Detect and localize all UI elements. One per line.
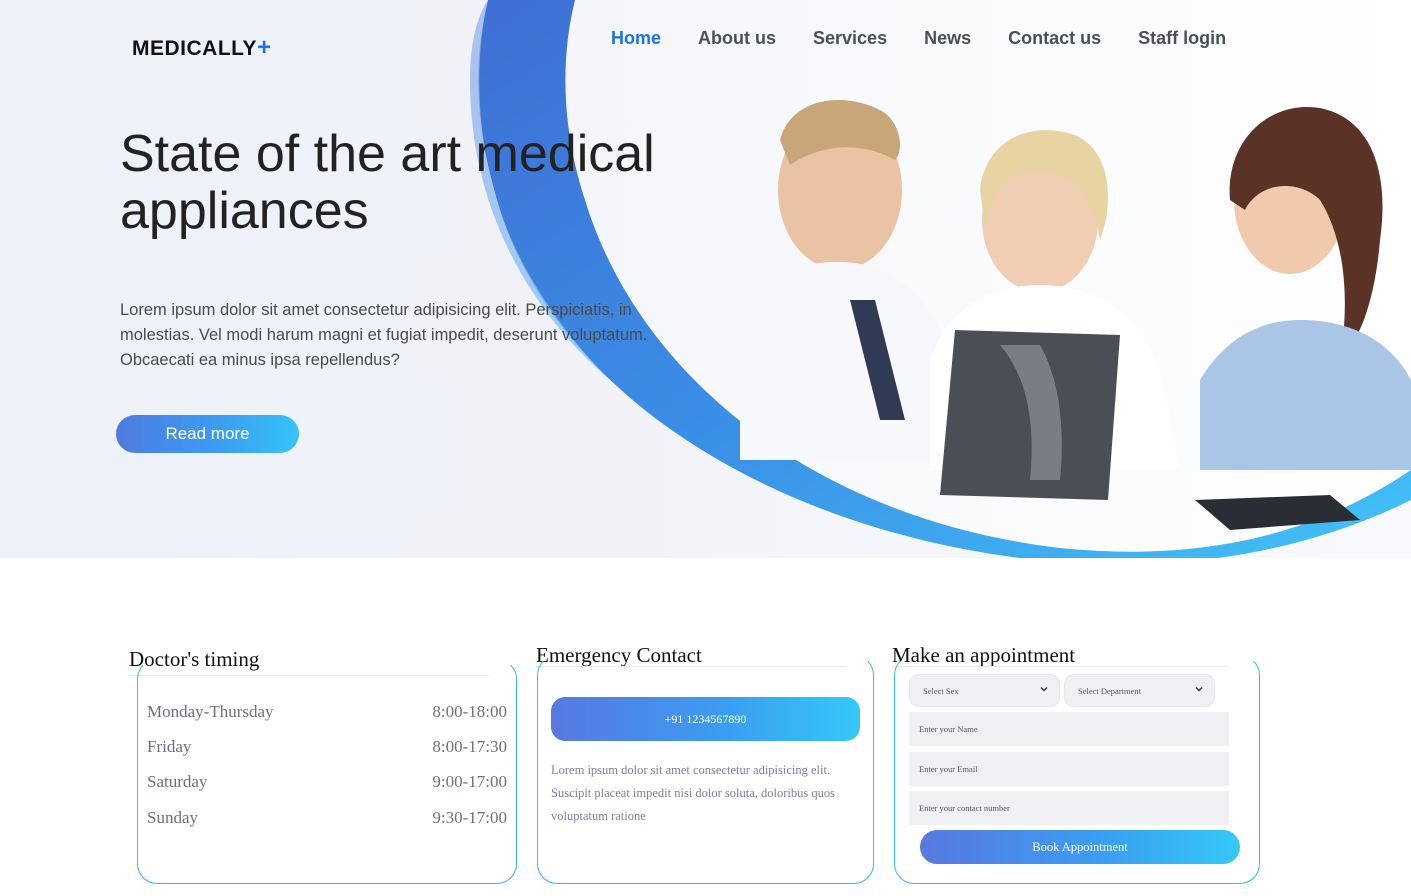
hero-background-art [470,0,1411,558]
timing-hours: 9:30-17:00 [432,808,507,827]
nav-staff-login[interactable]: Staff login [1138,28,1226,49]
brand-logo[interactable]: MEDICALLY+ [132,34,272,62]
hero-section: MEDICALLY+ Home About us Services News C… [0,0,1411,558]
email-placeholder: Enter your Email [919,764,978,774]
timing-hours: 9:00-17:00 [432,772,507,791]
chevron-down-icon [1040,687,1048,692]
select-department-label: Select Department [1078,685,1142,696]
timing-day: Monday-Thursday [147,702,274,721]
chevron-down-icon [1195,687,1203,692]
nav-news[interactable]: News [924,28,971,49]
nav-home[interactable]: Home [611,28,661,49]
timing-row: Saturday 9:00-17:00 [147,772,507,792]
read-more-button[interactable]: Read more [116,415,299,453]
contact-input[interactable]: Enter your contact number [909,791,1229,825]
nav-contact-us[interactable]: Contact us [1008,28,1101,49]
select-sex[interactable]: Select Sex [909,674,1060,707]
book-appointment-button[interactable]: Book Appointment [920,830,1240,864]
timing-hours: 8:00-18:00 [432,702,507,721]
nav-about-us[interactable]: About us [698,28,776,49]
hero-title: State of the art medical appliances [120,125,655,240]
emergency-text: Lorem ipsum dolor sit amet consectetur a… [551,763,836,823]
contact-placeholder: Enter your contact number [919,803,1010,813]
email-input[interactable]: Enter your Email [909,752,1229,786]
main-nav: Home About us Services News Contact us S… [611,28,1263,49]
timing-hours: 8:00-17:30 [432,737,507,756]
timing-row: Sunday 9:30-17:00 [147,808,507,828]
select-sex-label: Select Sex [923,685,959,696]
timing-day: Sunday [147,808,198,827]
nav-services[interactable]: Services [813,28,887,49]
brand-name: MEDICALLY [132,37,258,60]
brand-plus: + [257,34,272,61]
timing-day: Friday [147,737,192,756]
timing-row: Friday 8:00-17:30 [147,737,507,757]
name-placeholder: Enter your Name [919,724,978,734]
timing-row: Monday-Thursday 8:00-18:00 [147,702,507,722]
timing-day: Saturday [147,772,208,791]
name-input[interactable]: Enter your Name [909,712,1229,746]
hero-text: Lorem ipsum dolor sit amet consectetur a… [120,301,648,369]
emergency-phone-button[interactable]: +91 1234567890 [551,697,860,741]
select-department[interactable]: Select Department [1064,674,1215,707]
